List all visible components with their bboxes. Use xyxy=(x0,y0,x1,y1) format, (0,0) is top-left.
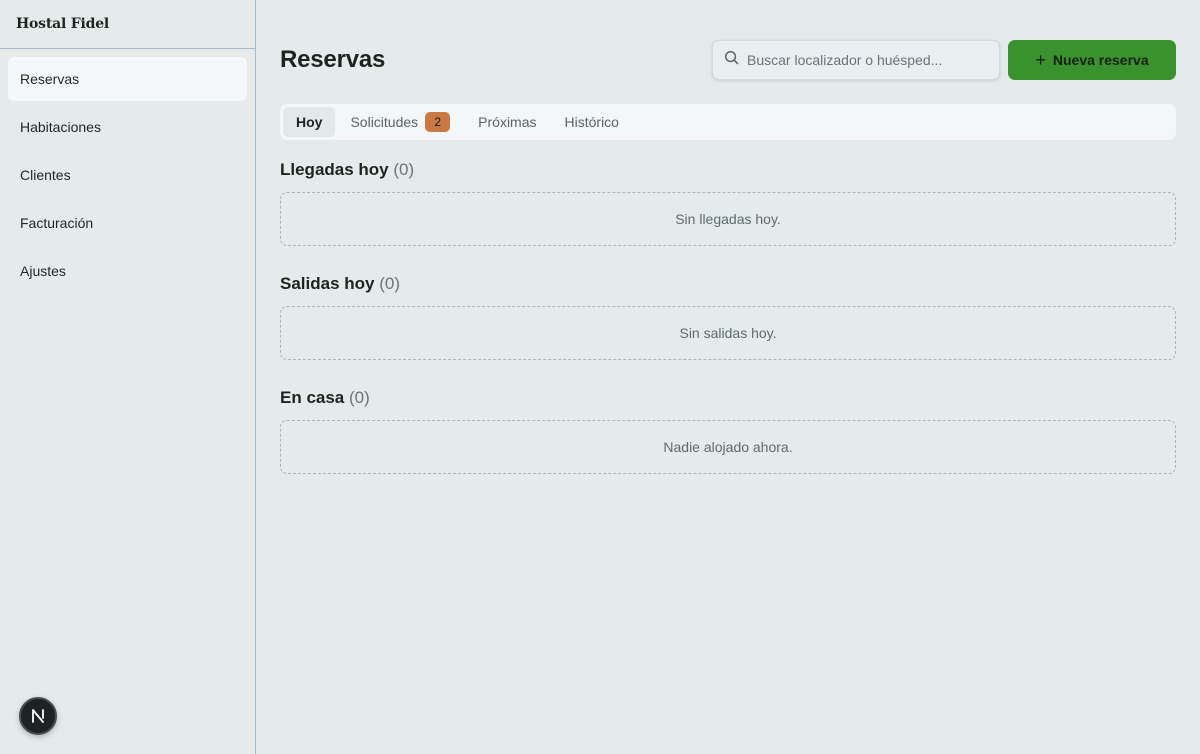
tab-label: Próximas xyxy=(478,114,537,130)
sidebar-item-reservas[interactable]: Reservas xyxy=(8,57,247,101)
new-reservation-label: Nueva reserva xyxy=(1052,52,1149,68)
tab-hoy[interactable]: Hoy xyxy=(283,107,336,137)
empty-state-in-house: Nadie alojado ahora. xyxy=(280,420,1176,474)
tab-label: Histórico xyxy=(564,114,619,130)
section-count: (0) xyxy=(393,160,415,179)
sidebar-item-label: Reservas xyxy=(20,71,80,87)
sidebar-item-label: Facturación xyxy=(20,215,94,231)
search-box[interactable] xyxy=(712,40,1000,80)
section-title-departures: Salidas hoy (0) xyxy=(280,274,400,294)
new-reservation-button[interactable]: + Nueva reserva xyxy=(1008,40,1176,80)
section-count: (0) xyxy=(379,274,400,293)
search-input[interactable] xyxy=(747,52,987,68)
app-root: Hostal Fidel Reservas Habitaciones Clien… xyxy=(0,0,1200,754)
count-badge: 2 xyxy=(425,112,451,132)
tab-label: Solicitudes xyxy=(350,114,419,130)
sidebar-item-ajustes[interactable]: Ajustes xyxy=(8,249,247,293)
empty-state-text: Sin llegadas hoy. xyxy=(675,211,781,227)
plus-icon: + xyxy=(1035,50,1046,70)
sidebar-item-habitaciones[interactable]: Habitaciones xyxy=(8,105,247,149)
nextjs-logo-icon[interactable] xyxy=(19,697,57,735)
section-title-arrivals: Llegadas hoy (0) xyxy=(280,160,414,180)
empty-state-departures: Sin salidas hoy. xyxy=(280,306,1176,360)
sidebar-nav: Reservas Habitaciones Clientes Facturaci… xyxy=(0,49,255,293)
sidebar-item-label: Habitaciones xyxy=(20,119,101,135)
page-title: Reservas xyxy=(280,46,386,73)
brand-name: Hostal Fidel xyxy=(0,0,255,49)
sidebar: Hostal Fidel Reservas Habitaciones Clien… xyxy=(0,0,256,754)
sidebar-item-clientes[interactable]: Clientes xyxy=(8,153,247,197)
sidebar-item-label: Clientes xyxy=(20,167,71,183)
section-title-text: Llegadas hoy xyxy=(280,160,389,179)
empty-state-text: Sin salidas hoy. xyxy=(679,325,777,341)
empty-state-arrivals: Sin llegadas hoy. xyxy=(280,192,1176,246)
tabs-bar: Hoy Solicitudes 2 Próximas Histórico xyxy=(280,104,1176,140)
main-content: Reservas + Nueva reserva Hoy Solicitudes… xyxy=(257,0,1200,754)
section-title-text: En casa xyxy=(280,388,345,407)
tab-solicitudes[interactable]: Solicitudes 2 xyxy=(337,107,463,137)
section-title-in-house: En casa (0) xyxy=(280,388,370,408)
sidebar-item-label: Ajustes xyxy=(20,263,66,279)
search-icon xyxy=(724,50,739,70)
section-title-text: Salidas hoy xyxy=(280,274,375,293)
section-count: (0) xyxy=(349,388,370,407)
empty-state-text: Nadie alojado ahora. xyxy=(663,439,793,455)
tab-historico[interactable]: Histórico xyxy=(552,107,632,137)
sidebar-item-facturacion[interactable]: Facturación xyxy=(8,201,247,245)
tab-proximas[interactable]: Próximas xyxy=(465,107,549,137)
tab-label: Hoy xyxy=(296,114,323,130)
